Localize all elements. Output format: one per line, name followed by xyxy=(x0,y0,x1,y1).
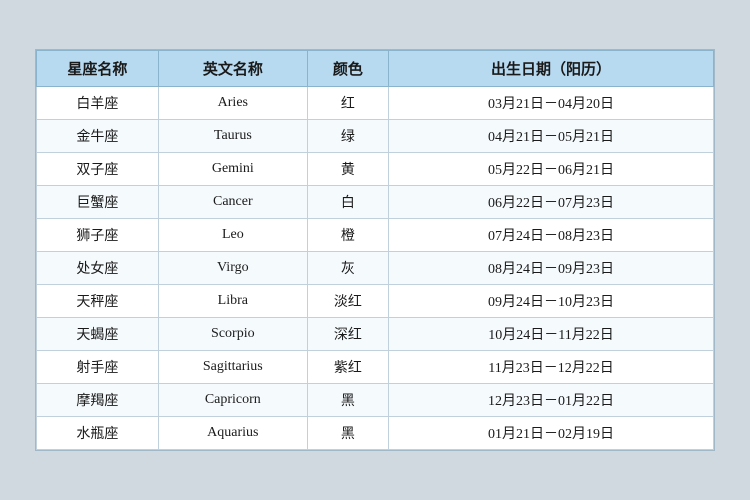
cell-chinese: 天蝎座 xyxy=(37,318,159,351)
header-english: 英文名称 xyxy=(158,51,307,87)
cell-chinese: 巨蟹座 xyxy=(37,186,159,219)
cell-chinese: 摩羯座 xyxy=(37,384,159,417)
cell-english: Leo xyxy=(158,219,307,252)
cell-color: 深红 xyxy=(307,318,388,351)
table-row: 天秤座Libra淡红09月24日－10月23日 xyxy=(37,285,714,318)
cell-color: 黑 xyxy=(307,417,388,450)
table-row: 巨蟹座Cancer白06月22日－07月23日 xyxy=(37,186,714,219)
cell-english: Virgo xyxy=(158,252,307,285)
cell-english: Sagittarius xyxy=(158,351,307,384)
table-row: 摩羯座Capricorn黑12月23日－01月22日 xyxy=(37,384,714,417)
cell-chinese: 双子座 xyxy=(37,153,159,186)
header-color: 颜色 xyxy=(307,51,388,87)
cell-date: 01月21日－02月19日 xyxy=(389,417,714,450)
cell-english: Aquarius xyxy=(158,417,307,450)
cell-chinese: 狮子座 xyxy=(37,219,159,252)
cell-date: 06月22日－07月23日 xyxy=(389,186,714,219)
table-row: 水瓶座Aquarius黑01月21日－02月19日 xyxy=(37,417,714,450)
cell-color: 绿 xyxy=(307,120,388,153)
table-row: 狮子座Leo橙07月24日－08月23日 xyxy=(37,219,714,252)
cell-chinese: 射手座 xyxy=(37,351,159,384)
cell-chinese: 天秤座 xyxy=(37,285,159,318)
cell-date: 08月24日－09月23日 xyxy=(389,252,714,285)
cell-english: Taurus xyxy=(158,120,307,153)
cell-color: 紫红 xyxy=(307,351,388,384)
cell-chinese: 金牛座 xyxy=(37,120,159,153)
cell-english: Cancer xyxy=(158,186,307,219)
cell-color: 黄 xyxy=(307,153,388,186)
cell-date: 12月23日－01月22日 xyxy=(389,384,714,417)
cell-date: 10月24日－11月22日 xyxy=(389,318,714,351)
cell-color: 红 xyxy=(307,87,388,120)
cell-color: 白 xyxy=(307,186,388,219)
cell-english: Libra xyxy=(158,285,307,318)
cell-chinese: 白羊座 xyxy=(37,87,159,120)
cell-chinese: 水瓶座 xyxy=(37,417,159,450)
cell-color: 淡红 xyxy=(307,285,388,318)
cell-english: Scorpio xyxy=(158,318,307,351)
table-header-row: 星座名称 英文名称 颜色 出生日期（阳历） xyxy=(37,51,714,87)
cell-english: Gemini xyxy=(158,153,307,186)
header-chinese: 星座名称 xyxy=(37,51,159,87)
cell-date: 03月21日－04月20日 xyxy=(389,87,714,120)
cell-english: Aries xyxy=(158,87,307,120)
cell-english: Capricorn xyxy=(158,384,307,417)
zodiac-table: 星座名称 英文名称 颜色 出生日期（阳历） 白羊座Aries红03月21日－04… xyxy=(36,50,714,450)
table-row: 双子座Gemini黄05月22日－06月21日 xyxy=(37,153,714,186)
table-body: 白羊座Aries红03月21日－04月20日金牛座Taurus绿04月21日－0… xyxy=(37,87,714,450)
table-row: 处女座Virgo灰08月24日－09月23日 xyxy=(37,252,714,285)
cell-color: 灰 xyxy=(307,252,388,285)
table-row: 射手座Sagittarius紫红11月23日－12月22日 xyxy=(37,351,714,384)
cell-date: 05月22日－06月21日 xyxy=(389,153,714,186)
cell-color: 橙 xyxy=(307,219,388,252)
table-row: 白羊座Aries红03月21日－04月20日 xyxy=(37,87,714,120)
cell-date: 04月21日－05月21日 xyxy=(389,120,714,153)
table-row: 天蝎座Scorpio深红10月24日－11月22日 xyxy=(37,318,714,351)
cell-date: 11月23日－12月22日 xyxy=(389,351,714,384)
cell-color: 黑 xyxy=(307,384,388,417)
cell-chinese: 处女座 xyxy=(37,252,159,285)
table-row: 金牛座Taurus绿04月21日－05月21日 xyxy=(37,120,714,153)
cell-date: 09月24日－10月23日 xyxy=(389,285,714,318)
header-date: 出生日期（阳历） xyxy=(389,51,714,87)
zodiac-table-container: 星座名称 英文名称 颜色 出生日期（阳历） 白羊座Aries红03月21日－04… xyxy=(35,49,715,451)
cell-date: 07月24日－08月23日 xyxy=(389,219,714,252)
